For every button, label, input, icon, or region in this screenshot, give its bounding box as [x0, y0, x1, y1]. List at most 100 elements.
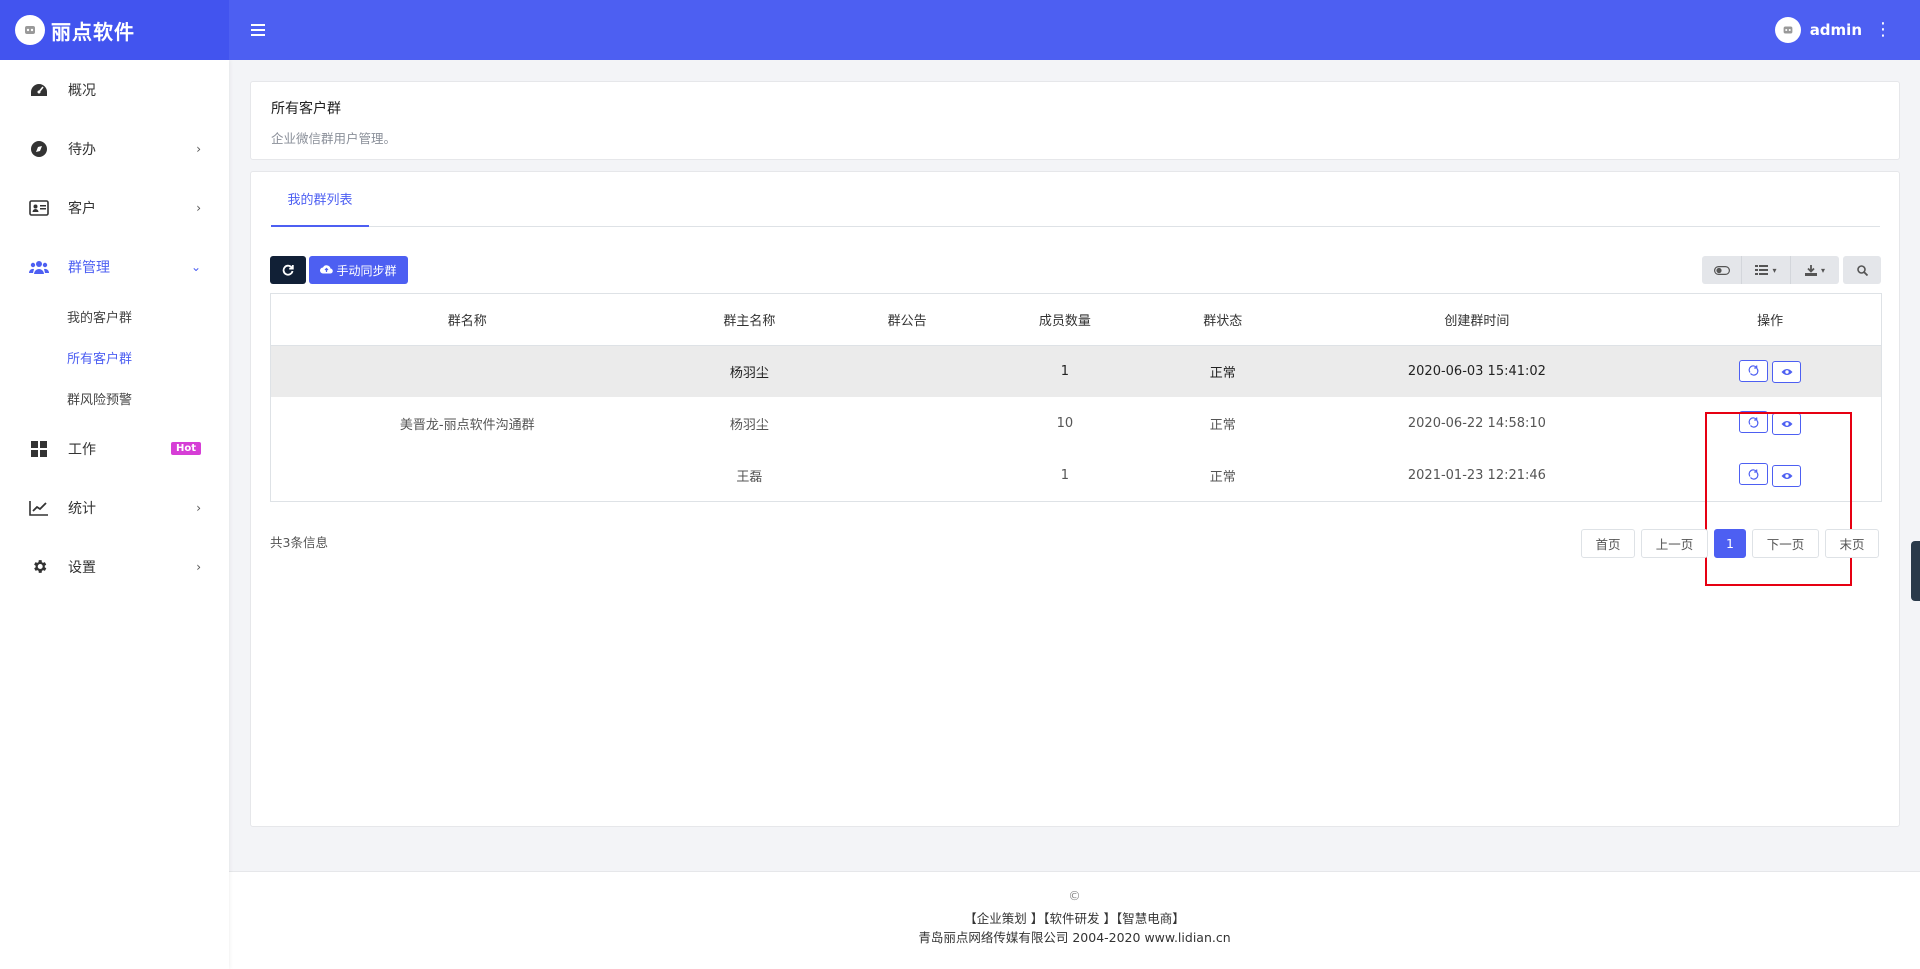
sync-row-button[interactable] [1739, 359, 1769, 382]
cell-owner: 王磊 [736, 469, 763, 485]
current-page-button[interactable]: 1 [1714, 529, 1746, 558]
cell-created: 2020-06-03 15:41:02 [1407, 363, 1546, 379]
column-header[interactable]: 群状态 [1150, 294, 1295, 346]
gear-icon [29, 557, 49, 577]
cell-status: 正常 [1209, 417, 1236, 433]
cell-owner: 杨羽尘 [729, 417, 769, 433]
column-header[interactable]: 成员数量 [979, 294, 1151, 346]
view-row-button[interactable] [1772, 361, 1802, 383]
sidebar-item-group-management[interactable]: 群管理 ⌄ [0, 237, 229, 296]
manual-sync-button[interactable]: 手动同步群 [309, 256, 408, 284]
users-icon [29, 257, 49, 277]
chart-line-icon [29, 498, 49, 518]
sidebar-item-label: 工作 [68, 441, 96, 458]
table-header-row: 群名称 群主名称 群公告 成员数量 群状态 创建群时间 操作 [271, 294, 1881, 346]
cell-group-name: 美晋龙-丽点软件沟通群 [399, 417, 535, 433]
sync-icon [1748, 417, 1759, 428]
chevron-right-icon: › [196, 141, 201, 156]
cell-members: 10 [1056, 415, 1074, 431]
cell-group-name [271, 345, 663, 397]
column-header: 操作 [1659, 294, 1881, 346]
sidebar-subitem-label: 群风险预警 [67, 393, 133, 408]
sidebar-item-customers[interactable]: 客户 › [0, 178, 229, 237]
chevron-right-icon: › [196, 559, 201, 574]
table-row[interactable]: 杨羽尘 1 正常 2020-06-03 15:41:02 [271, 345, 1881, 397]
menu-toggle-icon[interactable] [247, 19, 269, 41]
id-card-icon [29, 198, 49, 218]
page-title: 所有客户群 [271, 101, 341, 117]
sidebar-subitem-label: 所有客户群 [67, 352, 133, 367]
footer: © 【企业策划 】【软件研发 】【智慧电商】 青岛丽点网络传媒有限公司 2004… [229, 871, 1920, 969]
cell-actions [1659, 345, 1881, 397]
user-menu[interactable]: admin ⋮ [1774, 17, 1920, 43]
column-header[interactable]: 群名称 [271, 294, 664, 346]
page-subtitle: 企业微信群用户管理。 [271, 131, 397, 146]
page-header: 所有客户群 企业微信群用户管理。 [250, 81, 1900, 160]
cell-notice [835, 397, 979, 449]
column-header[interactable]: 群主名称 [663, 294, 836, 346]
sync-row-button[interactable] [1739, 463, 1769, 486]
chevron-right-icon: › [196, 200, 201, 215]
eye-icon [1781, 369, 1793, 375]
sidebar-item-overview[interactable]: 概况 [0, 60, 229, 119]
sidebar-item-label: 客户 [68, 200, 96, 217]
column-header[interactable]: 群公告 [835, 294, 980, 346]
sidebar-item-work[interactable]: 工作 Hot [0, 419, 229, 478]
last-page-button[interactable]: 末页 [1825, 529, 1879, 558]
tab-my-group-list[interactable]: 我的群列表 [271, 172, 369, 227]
search-button[interactable] [1843, 256, 1881, 284]
sidebar-item-label: 概况 [68, 82, 96, 99]
group-list-card: 我的群列表 手动同步群 ▾ ▾ 群名称 群主名称 群公告 成员数量 群状态 创建… [250, 171, 1900, 827]
cell-created: 2020-06-22 14:58:10 [1407, 415, 1546, 431]
top-navbar: 丽点软件 admin ⋮ [0, 0, 1920, 60]
chevron-right-icon: › [196, 500, 201, 515]
table-row[interactable]: 美晋龙-丽点软件沟通群 杨羽尘 10 正常 2020-06-22 14:58:1… [271, 397, 1881, 449]
cell-status: 正常 [1209, 469, 1236, 485]
footer-company: 青岛丽点网络传媒有限公司 2004-2020 www.lidian.cn [918, 930, 1231, 945]
cell-group-name [271, 449, 663, 501]
view-row-button[interactable] [1772, 412, 1802, 435]
sidebar-item-label: 设置 [68, 559, 96, 576]
search-icon [1856, 264, 1868, 276]
sync-icon [1748, 365, 1759, 376]
hot-badge: Hot [170, 442, 201, 455]
sidebar-item-statistics[interactable]: 统计 › [0, 478, 229, 537]
view-row-button[interactable] [1772, 464, 1802, 487]
sidebar-item-todo[interactable]: 待办 › [0, 119, 229, 178]
cell-created: 2021-01-23 12:21:46 [1407, 467, 1546, 483]
avatar[interactable] [1774, 17, 1801, 43]
dashboard-icon [29, 80, 49, 100]
user-name[interactable]: admin [1810, 21, 1862, 39]
next-page-button[interactable]: 下一页 [1752, 529, 1819, 558]
sidebar-subitem-label: 我的客户群 [67, 311, 133, 326]
caret-down-icon: ▾ [1772, 265, 1777, 275]
sync-row-button[interactable] [1739, 411, 1769, 434]
more-vertical-icon[interactable]: ⋮ [1874, 21, 1892, 39]
refresh-button[interactable] [270, 256, 306, 284]
pagination: 首页 上一页 1 下一页 末页 [1575, 529, 1879, 558]
sidebar-subitem-all-groups[interactable]: 所有客户群 [0, 337, 229, 378]
export-button[interactable]: ▾ [1791, 256, 1839, 284]
sidebar-subitem-risk-alerts[interactable]: 群风险预警 [0, 378, 229, 419]
cloud-upload-icon [320, 264, 334, 277]
first-page-button[interactable]: 首页 [1581, 529, 1635, 558]
brand[interactable]: 丽点软件 [0, 0, 229, 60]
sidebar-subitem-my-groups[interactable]: 我的客户群 [0, 296, 229, 337]
download-icon [1804, 264, 1817, 276]
cell-notice [835, 345, 979, 397]
manual-sync-label: 手动同步群 [336, 263, 397, 278]
cell-members: 1 [1060, 363, 1070, 379]
side-panel-handle[interactable] [1911, 541, 1920, 601]
sidebar: 概况 待办 › 客户 › 群管理 ⌄ 我的客户群 所有客户群 群风险预警 工作 … [0, 60, 229, 969]
prev-page-button[interactable]: 上一页 [1641, 529, 1708, 558]
sidebar-item-label: 群管理 [68, 259, 110, 276]
table-row[interactable]: 王磊 1 正常 2021-01-23 12:21:46 [271, 449, 1881, 501]
columns-button[interactable]: ▾ [1742, 256, 1791, 284]
sidebar-item-label: 待办 [68, 141, 96, 158]
compass-icon [29, 139, 49, 159]
toggle-view-button[interactable] [1702, 256, 1742, 284]
sidebar-item-settings[interactable]: 设置 › [0, 537, 229, 596]
footer-links[interactable]: 【企业策划 】【软件研发 】【智慧电商】 [229, 909, 1920, 928]
column-header[interactable]: 创建群时间 [1294, 294, 1660, 346]
cell-owner: 杨羽尘 [729, 365, 769, 381]
